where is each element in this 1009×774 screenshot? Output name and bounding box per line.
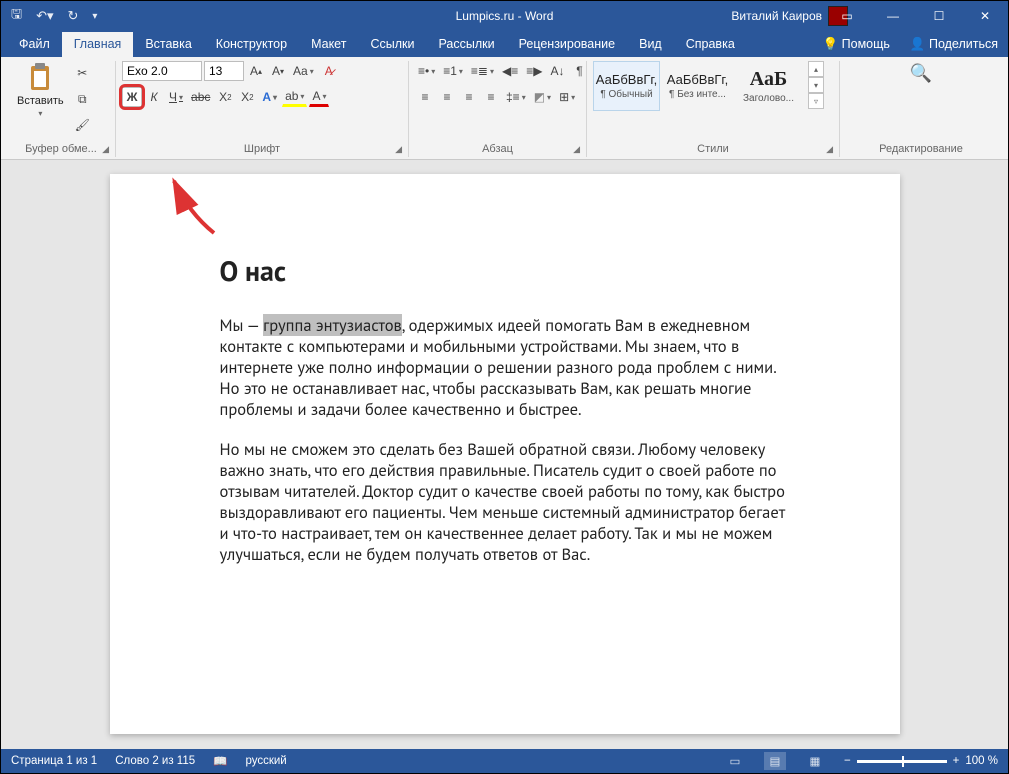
statusbar: Страница 1 из 1 Слово 2 из 115 📖 русский… bbox=[1, 749, 1008, 773]
decrease-indent-button[interactable]: ◀≡ bbox=[499, 61, 521, 81]
highlight-button[interactable]: ab▾ bbox=[282, 87, 307, 107]
group-clipboard-label: Буфер обме... bbox=[25, 143, 97, 155]
dialog-launcher-icon[interactable]: ◢ bbox=[573, 144, 580, 155]
tab-help[interactable]: Справка bbox=[674, 32, 747, 57]
ribbon-options-icon[interactable]: ▭ bbox=[824, 1, 870, 31]
tell-me[interactable]: 💡 Помощь bbox=[813, 32, 900, 57]
status-proofing-icon[interactable]: 📖 bbox=[213, 754, 227, 768]
redo-icon[interactable]: ↻ bbox=[68, 8, 79, 24]
tab-review[interactable]: Рецензирование bbox=[507, 32, 628, 57]
tab-insert[interactable]: Вставка bbox=[133, 32, 203, 57]
paste-button[interactable]: Вставить ▾ bbox=[13, 61, 68, 120]
document-area[interactable]: О нас Мы — группа энтузиастов, одержимых… bbox=[1, 160, 1008, 749]
paste-icon bbox=[27, 63, 53, 93]
dialog-launcher-icon[interactable]: ◢ bbox=[826, 144, 833, 155]
grow-font-button[interactable]: A▴ bbox=[246, 61, 266, 81]
status-language[interactable]: русский bbox=[245, 755, 286, 767]
selected-text: группа энтузиастов bbox=[263, 314, 402, 336]
tab-references[interactable]: Ссылки bbox=[358, 32, 426, 57]
styles-scroll-down-icon[interactable]: ▾ bbox=[808, 77, 824, 93]
clear-format-button[interactable]: A̷ bbox=[319, 61, 339, 81]
bold-button[interactable]: Ж bbox=[122, 87, 142, 107]
sort-button[interactable]: A↓ bbox=[547, 61, 567, 81]
share-button[interactable]: 👤 Поделиться bbox=[900, 32, 1008, 57]
change-case-button[interactable]: Aa▾ bbox=[290, 61, 317, 81]
style-normal[interactable]: АаБбВвГг,¶ Обычный bbox=[593, 61, 660, 111]
close-button[interactable]: ✕ bbox=[962, 1, 1008, 31]
qat-more-icon[interactable]: ▾ bbox=[92, 11, 97, 22]
status-words[interactable]: Слово 2 из 115 bbox=[115, 755, 195, 767]
underline-button[interactable]: Ч▾ bbox=[166, 87, 186, 107]
style-no-spacing[interactable]: АаБбВвГг,¶ Без инте... bbox=[664, 61, 731, 111]
multilevel-button[interactable]: ≡≣▾ bbox=[468, 61, 497, 81]
font-size-input[interactable] bbox=[204, 61, 244, 81]
borders-button[interactable]: ⊞▾ bbox=[556, 87, 578, 107]
tab-home[interactable]: Главная bbox=[62, 32, 134, 57]
font-name-input[interactable] bbox=[122, 61, 202, 81]
window-title: Lumpics.ru - Word bbox=[456, 9, 554, 23]
view-web-icon[interactable]: ▦ bbox=[804, 752, 826, 770]
dialog-launcher-icon[interactable]: ◢ bbox=[395, 144, 402, 155]
search-icon: 🔍 bbox=[910, 63, 932, 84]
group-paragraph-label: Абзац bbox=[482, 143, 513, 155]
zoom-slider[interactable] bbox=[857, 760, 947, 763]
doc-paragraph: Но мы не сможем это сделать без Вашей об… bbox=[220, 439, 790, 566]
style-heading1[interactable]: АаБЗаголово... bbox=[735, 61, 802, 111]
numbering-button[interactable]: ≡1▾ bbox=[440, 61, 466, 81]
strike-button[interactable]: abc bbox=[188, 87, 213, 107]
styles-scroll-up-icon[interactable]: ▴ bbox=[808, 61, 824, 77]
dialog-launcher-icon[interactable]: ◢ bbox=[102, 144, 109, 155]
tab-design[interactable]: Конструктор bbox=[204, 32, 299, 57]
italic-button[interactable]: К bbox=[144, 87, 164, 107]
align-left-button[interactable]: ≡ bbox=[415, 87, 435, 107]
minimize-button[interactable]: — bbox=[870, 1, 916, 31]
copy-icon[interactable]: ⧉ bbox=[72, 89, 93, 109]
align-center-button[interactable]: ≡ bbox=[437, 87, 457, 107]
zoom-level[interactable]: 100 % bbox=[965, 755, 998, 767]
doc-heading: О нас bbox=[220, 252, 790, 289]
ribbon: Вставить ▾ ✂ ⧉ 🖌 Буфер обме... ◢ A▴ A▾ Aa… bbox=[1, 57, 1008, 160]
undo-icon[interactable]: ↶▾ bbox=[36, 8, 53, 24]
tab-layout[interactable]: Макет bbox=[299, 32, 358, 57]
subscript-button[interactable]: X2 bbox=[215, 87, 235, 107]
maximize-button[interactable]: ☐ bbox=[916, 1, 962, 31]
zoom-in-button[interactable]: + bbox=[953, 755, 960, 767]
group-styles-label: Стили bbox=[697, 143, 729, 155]
increase-indent-button[interactable]: ≡▶ bbox=[523, 61, 545, 81]
group-font-label: Шрифт bbox=[244, 143, 280, 155]
tab-mailings[interactable]: Рассылки bbox=[426, 32, 506, 57]
tab-file[interactable]: Файл bbox=[7, 32, 62, 57]
superscript-button[interactable]: X2 bbox=[237, 87, 257, 107]
cut-icon[interactable]: ✂ bbox=[72, 63, 93, 83]
view-print-icon[interactable]: ▤ bbox=[764, 752, 786, 770]
shrink-font-button[interactable]: A▾ bbox=[268, 61, 288, 81]
titlebar: 🖫 ↶▾ ↻ ▾ Lumpics.ru - Word Виталий Каиро… bbox=[1, 1, 1008, 31]
format-painter-icon[interactable]: 🖌 bbox=[72, 115, 93, 135]
bullets-button[interactable]: ≡•▾ bbox=[415, 61, 438, 81]
ribbon-tabs: Файл Главная Вставка Конструктор Макет С… bbox=[1, 31, 1008, 57]
text-effects-button[interactable]: A▾ bbox=[259, 87, 280, 107]
align-right-button[interactable]: ≡ bbox=[459, 87, 479, 107]
line-spacing-button[interactable]: ‡≡▾ bbox=[503, 87, 529, 107]
status-page[interactable]: Страница 1 из 1 bbox=[11, 755, 97, 767]
font-color-button[interactable]: A▾ bbox=[309, 87, 329, 107]
justify-button[interactable]: ≡ bbox=[481, 87, 501, 107]
zoom-out-button[interactable]: − bbox=[844, 755, 851, 767]
group-editing-label: Редактирование bbox=[879, 143, 963, 155]
page: О нас Мы — группа энтузиастов, одержимых… bbox=[110, 174, 900, 734]
tab-view[interactable]: Вид bbox=[627, 32, 674, 57]
styles-expand-icon[interactable]: ▿ bbox=[808, 93, 824, 109]
save-icon[interactable]: 🖫 bbox=[11, 5, 22, 27]
doc-paragraph: Мы — группа энтузиастов, одержимых идеей… bbox=[220, 315, 790, 421]
view-read-icon[interactable]: ▭ bbox=[724, 752, 746, 770]
shading-button[interactable]: ◩▾ bbox=[531, 87, 554, 107]
find-button[interactable]: 🔍 bbox=[895, 61, 947, 86]
